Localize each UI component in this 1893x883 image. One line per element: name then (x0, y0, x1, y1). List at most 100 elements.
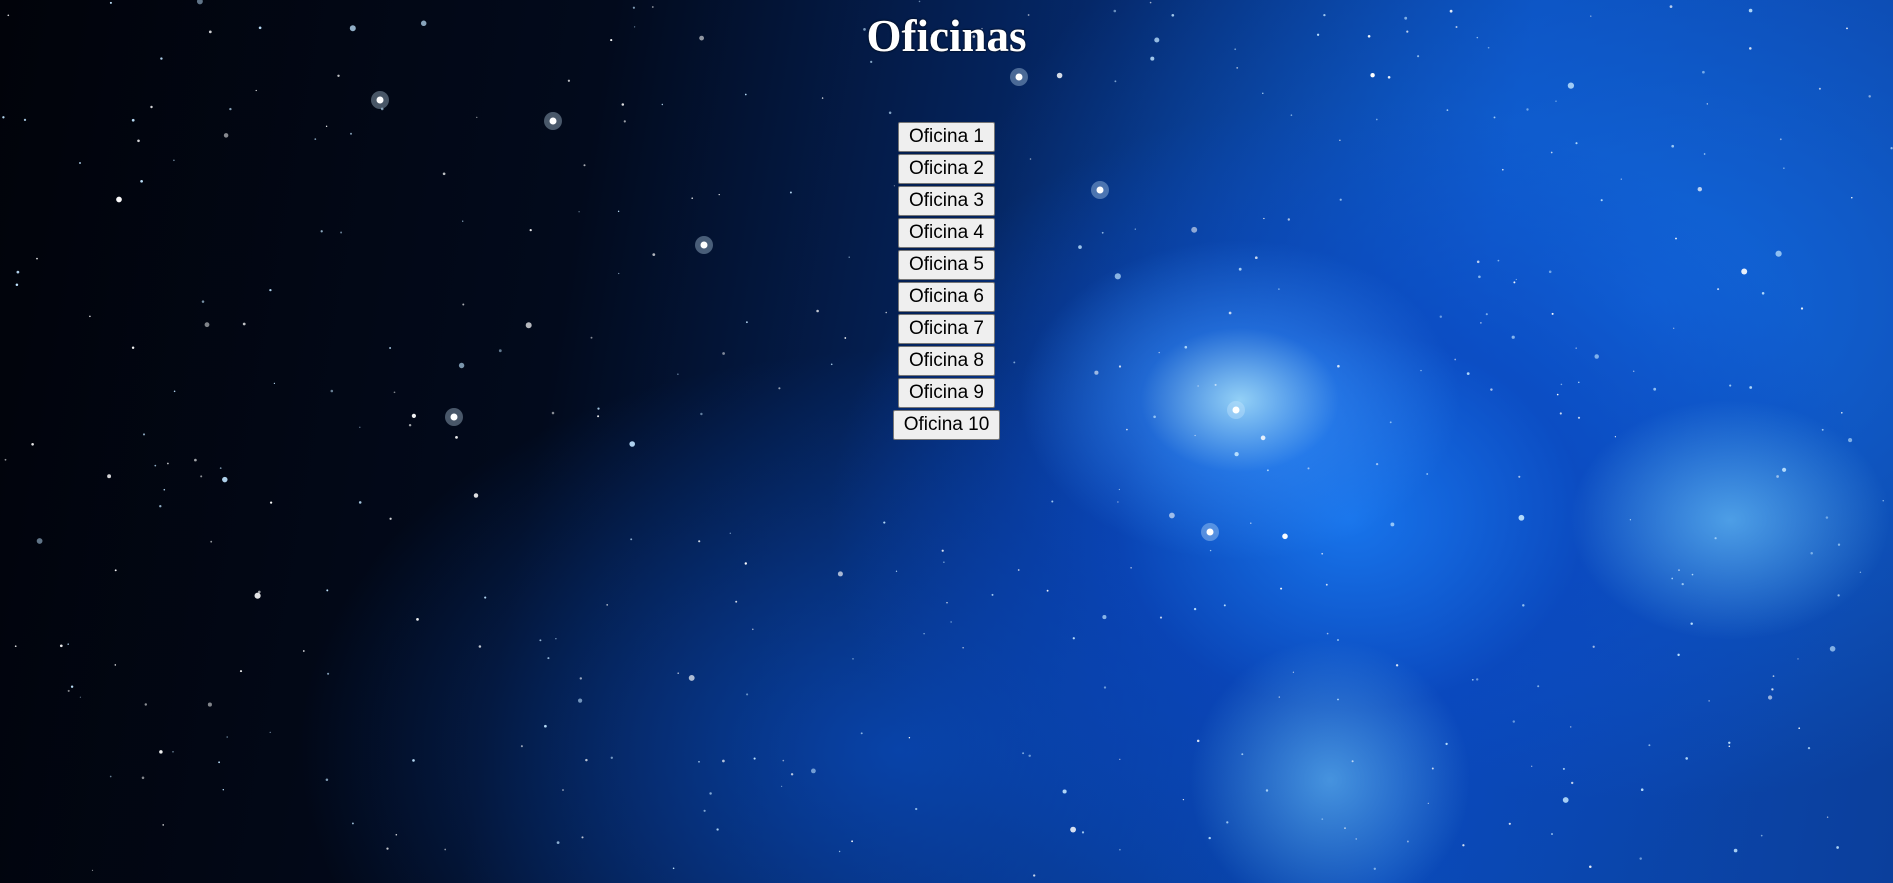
star-dot (255, 89, 257, 92)
star-dot (1445, 742, 1448, 746)
star-dot (194, 458, 197, 462)
star-dot (585, 758, 588, 762)
star-glow (1010, 68, 1028, 86)
star-dot (915, 807, 918, 811)
star-dot (254, 592, 261, 599)
star-dot (1690, 622, 1693, 625)
office-button-2[interactable]: Oficina 2 (898, 154, 995, 184)
star-dot (1390, 522, 1395, 527)
star-dot (163, 488, 166, 491)
star-dot (1567, 82, 1575, 89)
star-dot (269, 501, 273, 504)
star-dot (941, 549, 944, 552)
star-dot (661, 103, 663, 106)
star-dot (380, 107, 384, 111)
star-dot (1512, 720, 1515, 723)
star-dot (562, 789, 564, 791)
star-dot (167, 462, 169, 465)
star-dot (744, 93, 747, 96)
star-dot (91, 869, 94, 872)
star-dot (1321, 552, 1324, 555)
office-button-7[interactable]: Oficina 7 (898, 314, 995, 344)
star-dot (950, 621, 952, 623)
star-dot (1708, 700, 1710, 702)
office-button-3[interactable]: Oficina 3 (898, 186, 995, 216)
star-dot (1728, 745, 1731, 748)
star-dot (1639, 857, 1642, 860)
star-dot (218, 761, 221, 764)
star-dot (1807, 746, 1811, 750)
star-dot (109, 775, 112, 778)
star-dot (1837, 594, 1840, 597)
star-dot (1370, 73, 1375, 78)
star-dot (1836, 846, 1839, 849)
office-button-4[interactable]: Oficina 4 (898, 218, 995, 248)
star-dot (1537, 685, 1540, 688)
star-dot (852, 658, 854, 660)
star-dot (150, 105, 153, 109)
office-button-6[interactable]: Oficina 6 (898, 282, 995, 312)
star-dot (1119, 758, 1121, 760)
star-dot (1678, 569, 1680, 571)
star-dot (1208, 836, 1211, 840)
star-dot (1234, 451, 1239, 457)
star-dot (1868, 95, 1871, 98)
star-dot (703, 809, 706, 812)
star-dot (567, 79, 571, 82)
star-dot (351, 822, 354, 825)
star-dot (1103, 686, 1107, 689)
star-dot (1691, 573, 1694, 576)
star-dot (1733, 848, 1738, 853)
star-dot (1562, 767, 1565, 770)
star-dot (478, 645, 482, 648)
office-button-9[interactable]: Oficina 9 (898, 378, 995, 408)
star-dot (107, 474, 112, 479)
star-dot (1782, 467, 1787, 472)
star-dot (1471, 678, 1474, 681)
star-dot (860, 732, 863, 735)
star-dot (1728, 741, 1731, 744)
star-dot (1829, 646, 1836, 652)
star-dot (1702, 70, 1705, 74)
star-dot (386, 847, 389, 850)
star-dot (1592, 645, 1595, 648)
star-dot (946, 601, 948, 604)
star-dot (1344, 827, 1346, 829)
star-dot (1209, 549, 1212, 552)
star-dot (677, 672, 680, 675)
star-dot (1818, 87, 1821, 90)
star-dot (1395, 664, 1399, 667)
star-dot (258, 590, 261, 594)
star-dot (746, 693, 749, 696)
star-dot (1307, 467, 1310, 470)
star-dot (395, 834, 398, 836)
star-dot (729, 532, 732, 535)
office-button-8[interactable]: Oficina 8 (898, 346, 995, 376)
office-button-1[interactable]: Oficina 1 (898, 122, 995, 152)
star-dot (1476, 678, 1479, 681)
star-dot (229, 107, 232, 111)
star-dot (70, 685, 74, 688)
star-dot (1262, 92, 1264, 95)
star-dot (1373, 867, 1376, 870)
star-dot (1640, 788, 1644, 791)
office-button-10[interactable]: Oficina 10 (892, 410, 1001, 440)
office-button-5[interactable]: Oficina 5 (898, 250, 995, 280)
star-dot (1056, 72, 1063, 79)
star-dot (1714, 537, 1717, 540)
star-dot (1555, 100, 1557, 102)
star-dot (908, 737, 911, 739)
star-dot (1522, 604, 1525, 607)
star-dot (2, 116, 5, 119)
star-dot (1431, 767, 1434, 770)
star-dot (1033, 874, 1036, 877)
star-dot (114, 664, 117, 666)
star-dot (1290, 114, 1293, 116)
star-dot (222, 788, 225, 791)
star-dot (735, 600, 738, 603)
star-dot (59, 644, 63, 648)
star-dot (780, 785, 783, 788)
star-dot (207, 702, 212, 707)
star-dot (1569, 726, 1572, 728)
star-dot (1508, 822, 1511, 825)
